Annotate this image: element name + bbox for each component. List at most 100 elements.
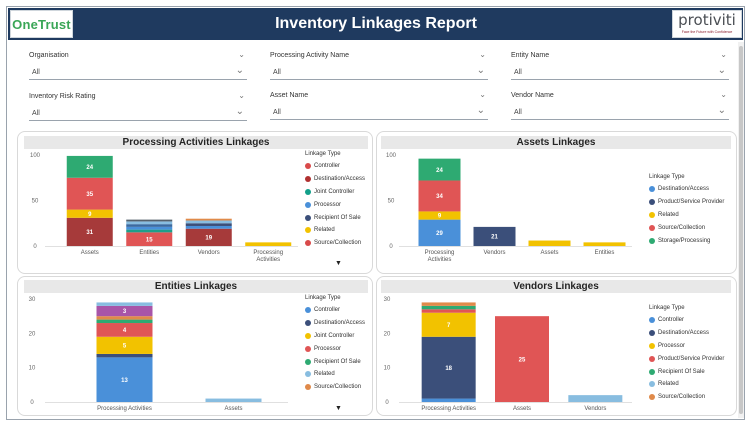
page-title: Inventory Linkages Report bbox=[275, 15, 477, 32]
legend-title: Linkage Type bbox=[305, 295, 341, 301]
bar-segment bbox=[96, 319, 153, 324]
legend-item[interactable]: Storage/Processing bbox=[649, 234, 724, 247]
legend-dot-icon bbox=[649, 237, 655, 244]
legend-item[interactable]: Controller bbox=[305, 160, 365, 173]
filter-asset-name[interactable]: Asset Name ⌄ All ⌄ bbox=[270, 90, 488, 124]
filter-dropdown[interactable]: All ⌄ bbox=[511, 105, 729, 120]
legend-item[interactable]: Related bbox=[305, 368, 365, 381]
legend-item[interactable]: Recipient Of Sale bbox=[305, 355, 365, 368]
legend-item[interactable]: Source/Collection bbox=[305, 381, 365, 394]
filter-processing-activity-name[interactable]: Processing Activity Name ⌄ All ⌄ bbox=[270, 50, 488, 84]
chevron-down-icon[interactable]: ⌄ bbox=[477, 65, 485, 76]
legend-label: Related bbox=[658, 211, 679, 218]
legend-label: Destination/Access bbox=[658, 186, 710, 193]
legend-label: Controller bbox=[658, 317, 685, 324]
legend-item[interactable]: Source/Collection bbox=[305, 237, 365, 250]
filter-vendor-name[interactable]: Vendor Name ⌄ All ⌄ bbox=[511, 90, 729, 124]
legend-dot-icon bbox=[305, 176, 311, 183]
x-tick-label: Assets bbox=[224, 406, 242, 412]
bar-data-label: 35 bbox=[86, 192, 93, 198]
bar-segment bbox=[421, 305, 476, 310]
chevron-down-icon[interactable]: ⌄ bbox=[718, 105, 726, 116]
x-tick-label: Assets bbox=[540, 250, 558, 256]
legend-item[interactable]: Controller bbox=[649, 314, 724, 327]
filter-organisation[interactable]: Organisation ⌄ All ⌄ bbox=[29, 50, 247, 84]
legend-label: Related bbox=[658, 381, 679, 388]
bar-segment bbox=[185, 220, 232, 224]
bar-segment bbox=[96, 302, 153, 306]
legend-item[interactable]: Related bbox=[649, 209, 724, 222]
bar-segment bbox=[96, 353, 153, 358]
bar-segment bbox=[126, 229, 173, 233]
legend-item[interactable]: Related bbox=[649, 378, 724, 391]
x-tick-label: Entities bbox=[595, 250, 615, 256]
legend-dot-icon bbox=[649, 211, 655, 218]
legend-item[interactable]: Destination/Access bbox=[305, 317, 365, 330]
chevron-down-icon[interactable]: ⌄ bbox=[720, 50, 727, 59]
filter-entity-name[interactable]: Entity Name ⌄ All ⌄ bbox=[511, 50, 729, 84]
filter-value: All bbox=[514, 69, 522, 76]
y-tick-label: 0 bbox=[33, 244, 37, 250]
bar-data-label: 19 bbox=[205, 236, 212, 242]
bar-segment bbox=[421, 302, 476, 306]
x-tick-label: Entities bbox=[139, 250, 159, 256]
bar-segment bbox=[583, 242, 626, 246]
x-tick-label: Assets bbox=[513, 406, 531, 412]
chevron-down-icon[interactable]: ⌄ bbox=[477, 105, 485, 116]
legend-dot-icon bbox=[305, 384, 311, 391]
filter-dropdown[interactable]: All ⌄ bbox=[511, 65, 729, 80]
legend-label: Destination/Access bbox=[658, 330, 710, 337]
legend-title: Linkage Type bbox=[649, 174, 685, 180]
legend-item[interactable]: Processor bbox=[305, 198, 365, 211]
legend-item[interactable]: Source/Collection bbox=[649, 221, 724, 234]
bar-segment bbox=[96, 316, 153, 320]
chart-legend: Linkage Type Controller Destination/Access… bbox=[649, 305, 724, 404]
entities-linkages-card: Entities Linkages 0 10 20 30 13 5 4 3 Processing… bbox=[17, 276, 373, 416]
legend-dot-icon bbox=[649, 330, 655, 337]
x-tick-label: Activities bbox=[428, 257, 452, 263]
legend-item[interactable]: Destination/Access bbox=[649, 183, 724, 196]
legend-item[interactable]: Joint Controller bbox=[305, 330, 365, 343]
chevron-down-icon[interactable]: ⌄ bbox=[238, 50, 245, 59]
legend-label: Recipient Of Sale bbox=[314, 214, 361, 221]
legend-dot-icon bbox=[305, 358, 311, 365]
chevron-down-icon[interactable]: ⌄ bbox=[238, 91, 245, 100]
legend-item[interactable]: Source/Collection bbox=[649, 391, 724, 404]
legend-item[interactable]: Controller bbox=[305, 304, 365, 317]
protiviti-logo: protiviti Face the Future with Confidenc… bbox=[672, 10, 742, 38]
legend-dot-icon bbox=[305, 307, 311, 314]
vertical-scrollbar[interactable] bbox=[738, 42, 744, 418]
legend-item[interactable]: Related bbox=[305, 224, 365, 237]
y-tick-label: 10 bbox=[29, 366, 36, 372]
bar-segment bbox=[421, 309, 476, 313]
legend-item[interactable]: Destination/Access bbox=[649, 327, 724, 340]
chevron-down-icon[interactable]: ⌄ bbox=[236, 65, 244, 76]
chevron-down-icon[interactable]: ⌄ bbox=[236, 106, 244, 117]
legend-item[interactable]: Destination/Access bbox=[305, 173, 365, 186]
legend-dot-icon bbox=[305, 371, 311, 378]
legend-item[interactable]: Joint Controller bbox=[305, 186, 365, 199]
legend-item[interactable]: Recipient Of Sale bbox=[649, 365, 724, 378]
legend-more-arrow-icon[interactable]: ▼ bbox=[335, 260, 342, 267]
chevron-down-icon[interactable]: ⌄ bbox=[718, 65, 726, 76]
protiviti-tagline: Face the Future with Confidence bbox=[681, 30, 733, 34]
scrollbar-thumb[interactable] bbox=[739, 46, 743, 414]
chevron-down-icon[interactable]: ⌄ bbox=[479, 90, 486, 99]
legend-item[interactable]: Product/Service Provider bbox=[649, 352, 724, 365]
chevron-down-icon[interactable]: ⌄ bbox=[720, 90, 727, 99]
legend-dot-icon bbox=[649, 199, 655, 206]
bar-segment bbox=[185, 223, 232, 226]
legend-item[interactable]: Product/Service Provider bbox=[649, 196, 724, 209]
legend-more-arrow-icon[interactable]: ▼ bbox=[335, 405, 342, 412]
filter-inventory-risk-rating[interactable]: Inventory Risk Rating ⌄ All ⌄ bbox=[29, 91, 247, 125]
legend-item[interactable]: Processor bbox=[305, 342, 365, 355]
legend-item[interactable]: Recipient Of Sale bbox=[305, 211, 365, 224]
legend-dot-icon bbox=[649, 368, 655, 375]
filter-dropdown[interactable]: All ⌄ bbox=[29, 106, 247, 121]
chevron-down-icon[interactable]: ⌄ bbox=[479, 50, 486, 59]
filter-dropdown[interactable]: All ⌄ bbox=[270, 65, 488, 80]
legend-item[interactable]: Processor bbox=[649, 340, 724, 353]
filter-dropdown[interactable]: All ⌄ bbox=[29, 65, 247, 80]
x-tick-label: Processing bbox=[425, 250, 455, 256]
filter-dropdown[interactable]: All ⌄ bbox=[270, 105, 488, 120]
